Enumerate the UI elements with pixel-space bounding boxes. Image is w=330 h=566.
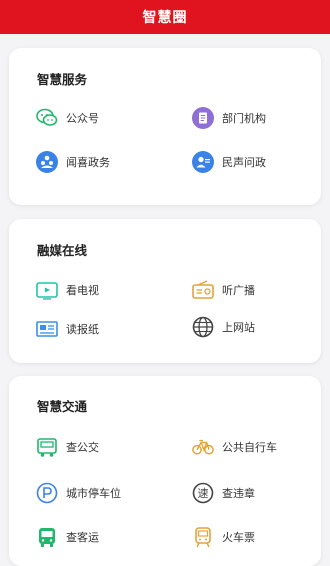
- section-title: 融媒在线: [37, 243, 88, 258]
- item-label: 读报纸: [66, 323, 99, 336]
- read-newspaper-button[interactable]: 读报纸: [36, 316, 99, 342]
- wenxi-government-button[interactable]: 闻喜政务: [36, 149, 110, 175]
- city-parking-button[interactable]: 城市停车位: [36, 480, 121, 506]
- train-icon: [192, 526, 214, 548]
- item-label: 民声问政: [222, 156, 266, 169]
- newspaper-icon: [36, 318, 58, 340]
- document-icon: [192, 107, 214, 129]
- item-label: 查公交: [66, 441, 99, 454]
- tv-icon: [36, 279, 58, 301]
- smart-traffic-card: 智慧交通 查公交 公共自行车 城市停车位 速 查违章 查客运 火车票: [9, 376, 321, 566]
- official-account-button[interactable]: 公众号: [36, 105, 99, 131]
- watch-tv-button[interactable]: 看电视: [36, 277, 99, 303]
- item-label: 查违章: [222, 487, 255, 500]
- svg-text:速: 速: [198, 487, 209, 500]
- petition-icon: [192, 151, 214, 173]
- item-label: 部门机构: [222, 112, 266, 125]
- visit-website-button[interactable]: 上网站: [192, 314, 255, 340]
- section-title: 智慧交通: [37, 399, 88, 414]
- globe-icon: [192, 316, 214, 338]
- item-label: 公众号: [66, 112, 99, 125]
- check-violation-button[interactable]: 速 查违章: [192, 480, 255, 506]
- check-bus-button[interactable]: 查公交: [36, 434, 99, 460]
- radio-icon: [192, 279, 214, 301]
- parking-icon: [36, 482, 58, 504]
- item-label: 城市停车位: [66, 487, 121, 500]
- item-label: 火车票: [222, 531, 255, 544]
- government-icon: [36, 151, 58, 173]
- item-label: 看电视: [66, 284, 99, 297]
- item-label: 上网站: [222, 321, 255, 334]
- item-label: 查客运: [66, 531, 99, 544]
- app-header: 智慧圈: [0, 0, 330, 34]
- item-label: 公共自行车: [222, 441, 277, 454]
- departments-button[interactable]: 部门机构: [192, 105, 266, 131]
- bicycle-icon: [192, 436, 214, 458]
- item-label: 听广播: [222, 284, 255, 297]
- public-bicycle-button[interactable]: 公共自行车: [192, 434, 277, 460]
- listen-radio-button[interactable]: 听广播: [192, 277, 255, 303]
- coach-icon: [36, 526, 58, 548]
- check-coach-button[interactable]: 查客运: [36, 524, 99, 550]
- section-title: 智慧服务: [37, 72, 88, 87]
- item-label: 闻喜政务: [66, 156, 110, 169]
- train-ticket-button[interactable]: 火车票: [192, 524, 255, 550]
- media-online-card: 融媒在线 看电视 听广播 读报纸 上网站: [9, 219, 321, 363]
- violation-icon: 速: [192, 482, 214, 504]
- page-title: 智慧圈: [142, 10, 188, 26]
- public-voice-button[interactable]: 民声问政: [192, 149, 266, 175]
- bus-icon: [36, 436, 58, 458]
- wechat-icon: [36, 107, 58, 129]
- smart-service-card: 智慧服务 公众号 部门机构 闻喜政务 民声问政: [9, 48, 321, 205]
